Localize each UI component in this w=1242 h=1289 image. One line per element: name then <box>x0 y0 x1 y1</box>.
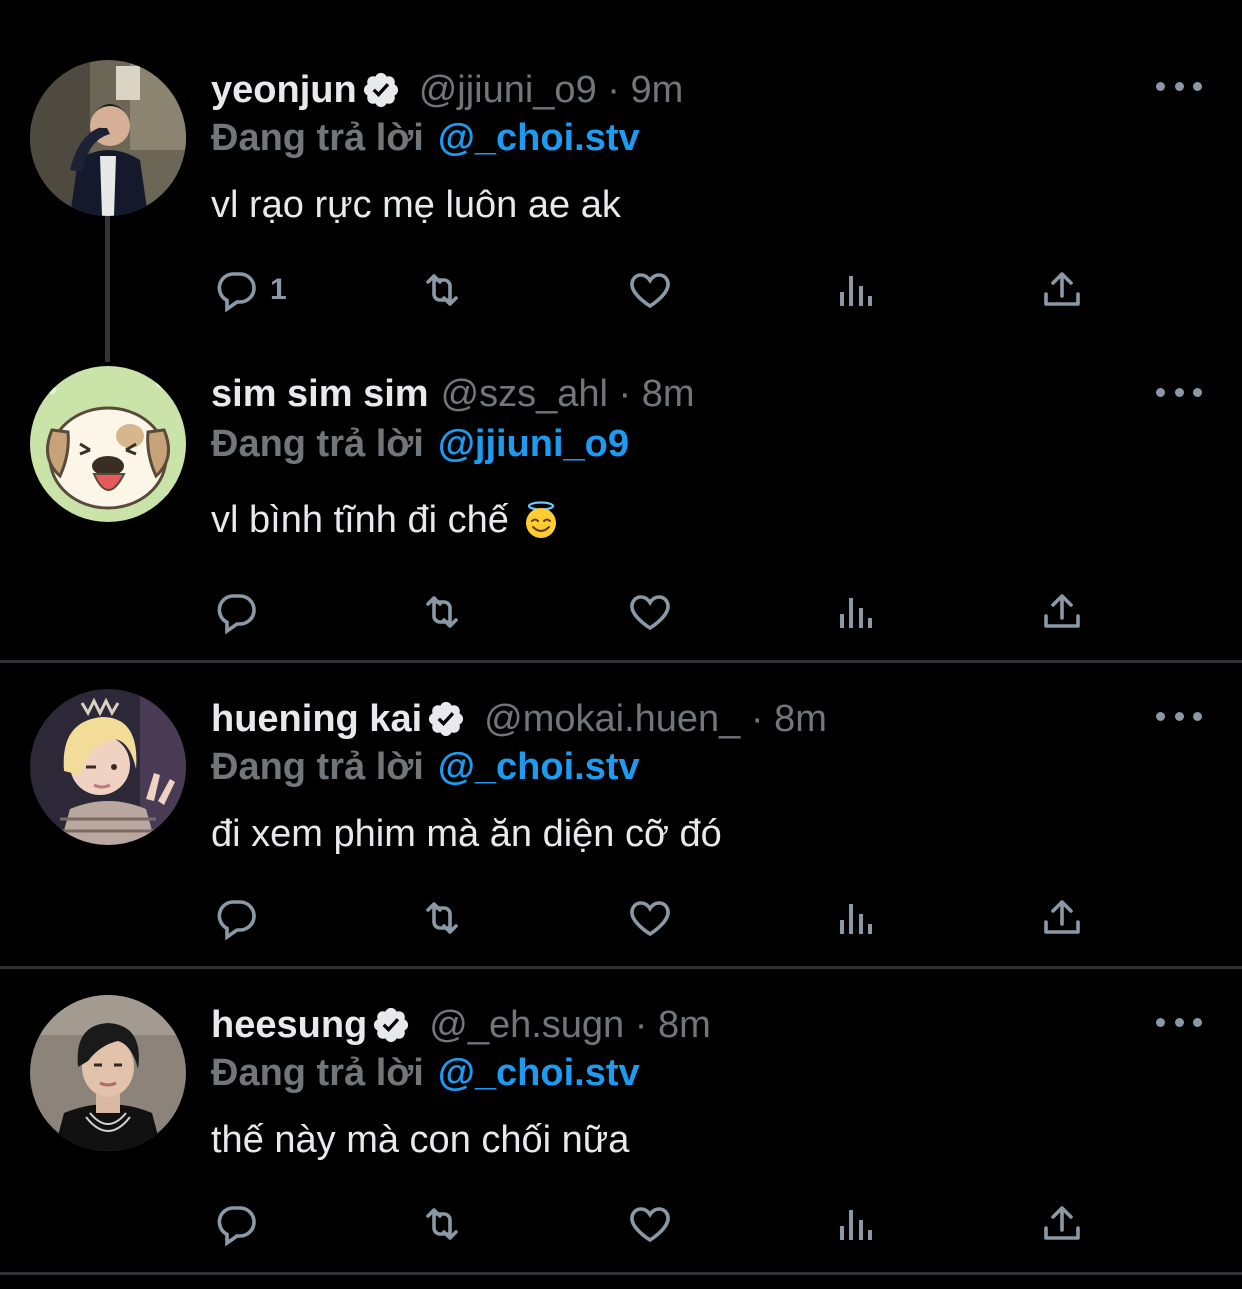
reply-icon <box>217 1206 256 1247</box>
replying-to: Đang trả lời @_choi.stv <box>211 742 640 792</box>
reply-count: 1 <box>270 273 287 306</box>
more-options-icon[interactable] <box>1156 1012 1202 1032</box>
verified-badge-icon <box>371 1005 411 1045</box>
share-icon <box>1044 594 1080 628</box>
tweet-text: vl bình tĩnh đi chế <box>211 495 561 545</box>
like-icon <box>630 1207 670 1243</box>
avatar[interactable] <box>30 689 186 845</box>
tweet-actions <box>0 1200 1242 1248</box>
handle-and-time[interactable]: @jjiuni_o9 · 9m <box>419 69 684 112</box>
avatar[interactable] <box>30 366 186 522</box>
share-icon <box>1044 1206 1080 1240</box>
display-name[interactable]: huening kai <box>211 698 422 741</box>
retweet-icon <box>426 596 458 628</box>
tweet-3[interactable]: huening kai @mokai.huen_ · 8m Đang trả l… <box>0 663 1242 967</box>
reply-button[interactable] <box>212 894 260 942</box>
avatar-photo-icon <box>30 995 186 1151</box>
like-button[interactable] <box>626 266 674 314</box>
tweet-actions <box>0 588 1242 636</box>
retweet-icon <box>426 902 458 934</box>
verified-badge-icon <box>361 70 401 110</box>
more-options-icon[interactable] <box>1156 382 1202 402</box>
replying-to-link[interactable]: @_choi.stv <box>438 746 640 789</box>
avatar-photo-icon <box>30 689 186 845</box>
share-icon <box>1044 272 1080 306</box>
avatar-photo-icon <box>30 60 186 216</box>
reply-button[interactable] <box>212 588 260 636</box>
tweet-header: huening kai @mokai.huen_ · 8m <box>211 694 827 744</box>
tweet-text: thế này mà con chối nữa <box>211 1118 630 1161</box>
tweet-header: sim sim sim @szs_ahl · 8m <box>211 369 695 419</box>
verified-badge-icon <box>426 699 466 739</box>
views-icon <box>840 1210 872 1240</box>
views-icon <box>840 904 872 934</box>
tweet-text: vl rạo rực mẹ luôn ae ak <box>211 183 621 226</box>
smiling-face-with-halo-icon <box>521 500 561 540</box>
handle-and-time[interactable]: @mokai.huen_ · 8m <box>484 698 827 741</box>
reply-icon <box>217 594 256 635</box>
retweet-button[interactable] <box>418 894 466 942</box>
tweet-text-content: vl bình tĩnh đi chế <box>211 498 509 541</box>
share-button[interactable] <box>1038 894 1086 942</box>
like-button[interactable] <box>626 588 674 636</box>
replying-to-link[interactable]: @_choi.stv <box>438 1052 640 1095</box>
views-button[interactable] <box>832 894 880 942</box>
reply-icon <box>217 900 256 941</box>
views-button[interactable] <box>832 1200 880 1248</box>
like-button[interactable] <box>626 894 674 942</box>
tweet-4[interactable]: heesung @_eh.sugn · 8m Đang trả lời @_ch… <box>0 969 1242 1273</box>
tweet-1[interactable]: yeonjun @jjiuni_o9 · 9m Đang trả lời @_c… <box>0 0 1242 362</box>
handle-and-time[interactable]: @szs_ahl · 8m <box>441 373 695 416</box>
like-icon <box>630 595 670 631</box>
tweet-actions <box>0 894 1242 942</box>
more-options-icon[interactable] <box>1156 76 1202 96</box>
reply-button[interactable] <box>212 1200 260 1248</box>
views-button[interactable] <box>832 266 880 314</box>
replying-to: Đang trả lời @_choi.stv <box>211 1048 640 1098</box>
views-icon <box>840 598 872 628</box>
display-name[interactable]: heesung <box>211 1004 367 1047</box>
like-icon <box>630 901 670 937</box>
retweet-button[interactable] <box>418 266 466 314</box>
replying-to-link[interactable]: @_choi.stv <box>438 117 640 160</box>
more-options-icon[interactable] <box>1156 706 1202 726</box>
reply-button[interactable]: 1 <box>212 266 287 314</box>
share-button[interactable] <box>1038 266 1086 314</box>
display-name[interactable]: sim sim sim <box>211 373 429 416</box>
retweet-button[interactable] <box>418 1200 466 1248</box>
views-button[interactable] <box>832 588 880 636</box>
tweet-header: heesung @_eh.sugn · 8m <box>211 1000 711 1050</box>
replying-to-link[interactable]: @jjiuni_o9 <box>438 423 629 466</box>
tweet-divider <box>0 1272 1242 1275</box>
handle-and-time[interactable]: @_eh.sugn · 8m <box>429 1004 711 1047</box>
retweet-icon <box>426 274 458 306</box>
retweet-button[interactable] <box>418 588 466 636</box>
share-icon <box>1044 900 1080 934</box>
share-button[interactable] <box>1038 588 1086 636</box>
display-name[interactable]: yeonjun <box>211 69 357 112</box>
replying-to-label: Đang trả lời <box>211 1051 424 1094</box>
replying-to: Đang trả lời @jjiuni_o9 <box>211 419 629 469</box>
views-icon <box>840 276 872 306</box>
like-icon <box>630 273 670 309</box>
replying-to: Đang trả lời @_choi.stv <box>211 113 640 163</box>
tweet-actions: 1 <box>0 266 1242 314</box>
avatar[interactable] <box>30 995 186 1151</box>
share-button[interactable] <box>1038 1200 1086 1248</box>
like-button[interactable] <box>626 1200 674 1248</box>
retweet-icon <box>426 1208 458 1240</box>
replying-to-label: Đang trả lời <box>211 422 424 465</box>
replying-to-label: Đang trả lời <box>211 116 424 159</box>
replying-to-label: Đang trả lời <box>211 745 424 788</box>
avatar[interactable] <box>30 60 186 216</box>
tweet-header: yeonjun @jjiuni_o9 · 9m <box>211 65 683 115</box>
reply-icon <box>217 272 256 313</box>
avatar-cartoon-dog-icon <box>30 366 186 522</box>
tweet-2[interactable]: sim sim sim @szs_ahl · 8m Đang trả lời @… <box>0 362 1242 660</box>
tweet-text: đi xem phim mà ăn diện cỡ đó <box>211 812 722 855</box>
